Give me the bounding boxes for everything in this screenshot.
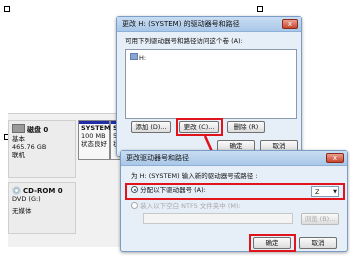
assign-drive-letter-dialog: 更改驱动器号和路径 x 为 H: (SYSTEM) 输入新的驱动器号或路径 : … [120,150,348,252]
dialog2-title: 更改驱动器号和路径 [121,151,347,166]
ok-button-highlight [249,234,296,252]
assign-option-highlight [125,183,345,200]
radio-unselected-icon[interactable] [131,202,138,209]
dialog2-instruction: 为 H: (SYSTEM) 输入新的驱动器号或路径 : [131,172,258,180]
option2-label: 装入以下空白 NTFS 文件夹中 (M): [140,202,241,210]
folder-path-input[interactable] [143,213,293,224]
dialog2-close-button[interactable]: x [326,153,344,163]
mount-folder-option[interactable]: 装入以下空白 NTFS 文件夹中 (M): [131,202,241,210]
dialog2-cancel-button[interactable]: 取消 [299,237,337,249]
browse-button[interactable]: 浏览 (B)... [301,213,339,225]
